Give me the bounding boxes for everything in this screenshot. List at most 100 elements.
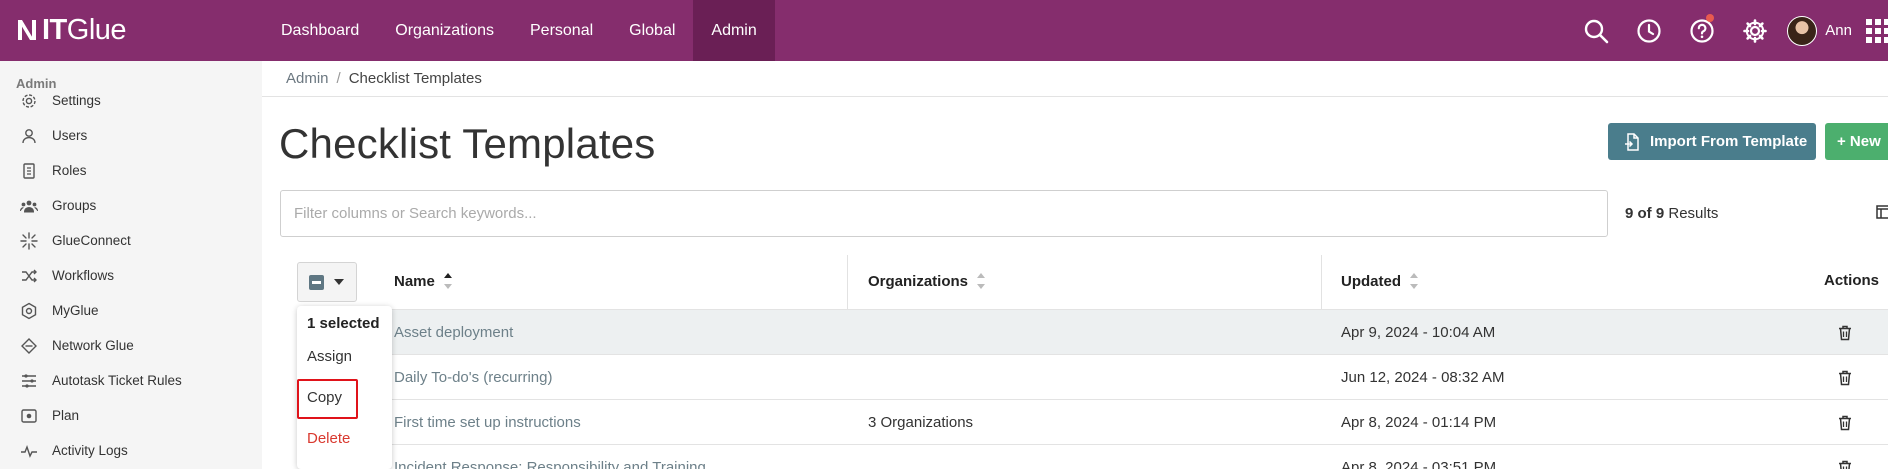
table-row[interactable]: First time set up instructions 3 Organiz… bbox=[297, 399, 1888, 444]
row-organizations: 3 Organizations bbox=[868, 414, 974, 431]
sort-icon bbox=[976, 272, 986, 290]
autotask-icon bbox=[22, 373, 36, 388]
user-icon bbox=[22, 128, 36, 143]
sidebar-item-glueconnect[interactable]: GlueConnect bbox=[0, 223, 262, 258]
nav-global[interactable]: Global bbox=[611, 0, 693, 61]
bulk-select-button[interactable] bbox=[297, 262, 357, 302]
nav-organizations[interactable]: Organizations bbox=[377, 0, 512, 61]
logo-mark-icon bbox=[18, 20, 36, 40]
logo-glue-text: Glue bbox=[66, 13, 127, 46]
workflows-icon bbox=[22, 269, 37, 282]
sidebar-item-label: Groups bbox=[52, 198, 97, 213]
sidebar-item-users[interactable]: Users bbox=[0, 118, 262, 153]
menu-item-assign[interactable]: Assign bbox=[307, 348, 352, 365]
roles-icon bbox=[23, 162, 35, 179]
search-icon[interactable] bbox=[1569, 0, 1622, 61]
sidebar-item-label: Workflows bbox=[52, 268, 115, 283]
row-updated: Apr 8, 2024 - 01:14 PM bbox=[1341, 414, 1497, 431]
apps-grid-icon[interactable] bbox=[1866, 0, 1888, 61]
sidebar-item-network-glue[interactable]: Network Glue bbox=[0, 328, 262, 363]
gear-icon[interactable] bbox=[1728, 0, 1781, 61]
sort-ascending-icon bbox=[443, 272, 453, 290]
delete-trash-icon[interactable] bbox=[1838, 310, 1852, 355]
myglue-icon bbox=[21, 302, 37, 319]
row-updated: Apr 9, 2024 - 10:04 AM bbox=[1341, 324, 1496, 341]
logo-it-text: IT bbox=[42, 13, 67, 46]
sidebar: Admin Settings Users Roles Groups GlueCo… bbox=[0, 61, 262, 469]
sidebar-item-activity-logs[interactable]: Activity Logs bbox=[0, 433, 262, 468]
activity-logs-icon bbox=[21, 444, 37, 458]
column-header-updated-label: Updated bbox=[1341, 272, 1401, 290]
nav-personal[interactable]: Personal bbox=[512, 0, 611, 61]
table-row[interactable]: Daily To-do's (recurring) Jun 12, 2024 -… bbox=[297, 354, 1888, 399]
help-icon[interactable] bbox=[1675, 0, 1728, 61]
glueconnect-icon bbox=[20, 231, 38, 250]
table-row[interactable]: Asset deployment Apr 9, 2024 - 10:04 AM bbox=[297, 309, 1888, 354]
import-file-icon bbox=[1625, 132, 1639, 151]
sidebar-item-label: Activity Logs bbox=[52, 443, 128, 458]
user-name: Ann bbox=[1825, 22, 1852, 39]
results-label: Results bbox=[1668, 205, 1719, 222]
column-divider bbox=[1321, 255, 1322, 310]
results-count: 9 of 9 Results bbox=[1625, 205, 1718, 222]
nav-dashboard[interactable]: Dashboard bbox=[263, 0, 377, 61]
sort-icon bbox=[1409, 272, 1419, 290]
sidebar-item-groups[interactable]: Groups bbox=[0, 188, 262, 223]
column-settings-icon[interactable] bbox=[1876, 205, 1888, 224]
row-updated: Jun 12, 2024 - 08:32 AM bbox=[1341, 369, 1505, 386]
gear-icon bbox=[22, 93, 36, 108]
user-menu[interactable]: Ann bbox=[1781, 0, 1866, 61]
new-button[interactable]: + New bbox=[1825, 123, 1888, 160]
delete-trash-icon[interactable] bbox=[1838, 355, 1852, 400]
sidebar-item-label: Users bbox=[52, 128, 88, 143]
delete-trash-icon[interactable] bbox=[1838, 400, 1852, 445]
avatar bbox=[1787, 15, 1818, 46]
breadcrumb: Admin / Checklist Templates bbox=[262, 61, 1888, 97]
row-name-link[interactable]: Daily To-do's (recurring) bbox=[394, 355, 552, 400]
plan-icon bbox=[21, 408, 37, 423]
row-name-link[interactable]: Incident Response: Responsibility and Tr… bbox=[394, 445, 706, 469]
sidebar-item-autotask-ticket-rules[interactable]: Autotask Ticket Rules bbox=[0, 363, 262, 398]
selected-count: 1 selected bbox=[307, 315, 380, 332]
sidebar-item-myglue[interactable]: MyGlue bbox=[0, 293, 262, 328]
column-header-actions: Actions bbox=[1824, 272, 1880, 289]
top-icons: Ann bbox=[1569, 0, 1888, 61]
history-icon[interactable] bbox=[1622, 0, 1675, 61]
network-glue-icon bbox=[21, 337, 37, 354]
copy-highlight-box bbox=[297, 379, 358, 419]
results-number: 9 of 9 bbox=[1625, 205, 1665, 222]
row-name-link[interactable]: First time set up instructions bbox=[394, 400, 581, 445]
sidebar-item-label: Settings bbox=[52, 93, 101, 108]
column-header-organizations[interactable]: Organizations bbox=[868, 272, 986, 290]
page-title: Checklist Templates bbox=[279, 120, 656, 167]
top-navbar: IT Glue Dashboard Organizations Personal … bbox=[0, 0, 1888, 61]
sidebar-item-roles[interactable]: Roles bbox=[0, 153, 262, 188]
itglue-logo[interactable]: IT Glue bbox=[16, 13, 127, 46]
row-name-link[interactable]: Asset deployment bbox=[394, 310, 513, 355]
nav-admin[interactable]: Admin bbox=[693, 0, 775, 61]
sidebar-item-label: Network Glue bbox=[52, 338, 134, 353]
import-button-label: Import From Template bbox=[1650, 133, 1808, 150]
sidebar-item-workflows[interactable]: Workflows bbox=[0, 258, 262, 293]
breadcrumb-current: Checklist Templates bbox=[348, 70, 482, 87]
indeterminate-checkbox-icon bbox=[309, 274, 324, 290]
delete-trash-icon[interactable] bbox=[1838, 445, 1852, 469]
import-from-template-button[interactable]: Import From Template bbox=[1608, 123, 1816, 160]
column-header-organizations-label: Organizations bbox=[868, 272, 969, 290]
sidebar-item-plan[interactable]: Plan bbox=[0, 398, 262, 433]
sidebar-item-label: MyGlue bbox=[52, 303, 99, 318]
sidebar-item-label: Roles bbox=[52, 163, 87, 178]
row-updated: Apr 8, 2024 - 03:51 PM bbox=[1341, 459, 1497, 469]
search-input[interactable] bbox=[280, 190, 1608, 237]
caret-down-icon bbox=[334, 279, 344, 285]
column-header-name[interactable]: Name bbox=[394, 272, 453, 290]
column-header-updated[interactable]: Updated bbox=[1341, 272, 1419, 290]
sidebar-item-settings[interactable]: Settings bbox=[0, 83, 262, 118]
main-nav: Dashboard Organizations Personal Global … bbox=[263, 0, 775, 61]
breadcrumb-separator: / bbox=[336, 70, 341, 87]
column-header-name-label: Name bbox=[394, 272, 435, 290]
breadcrumb-admin-link[interactable]: Admin bbox=[286, 70, 329, 87]
menu-item-delete[interactable]: Delete bbox=[307, 430, 350, 447]
column-divider bbox=[847, 255, 848, 310]
table-row[interactable]: Incident Response: Responsibility and Tr… bbox=[297, 444, 1888, 469]
